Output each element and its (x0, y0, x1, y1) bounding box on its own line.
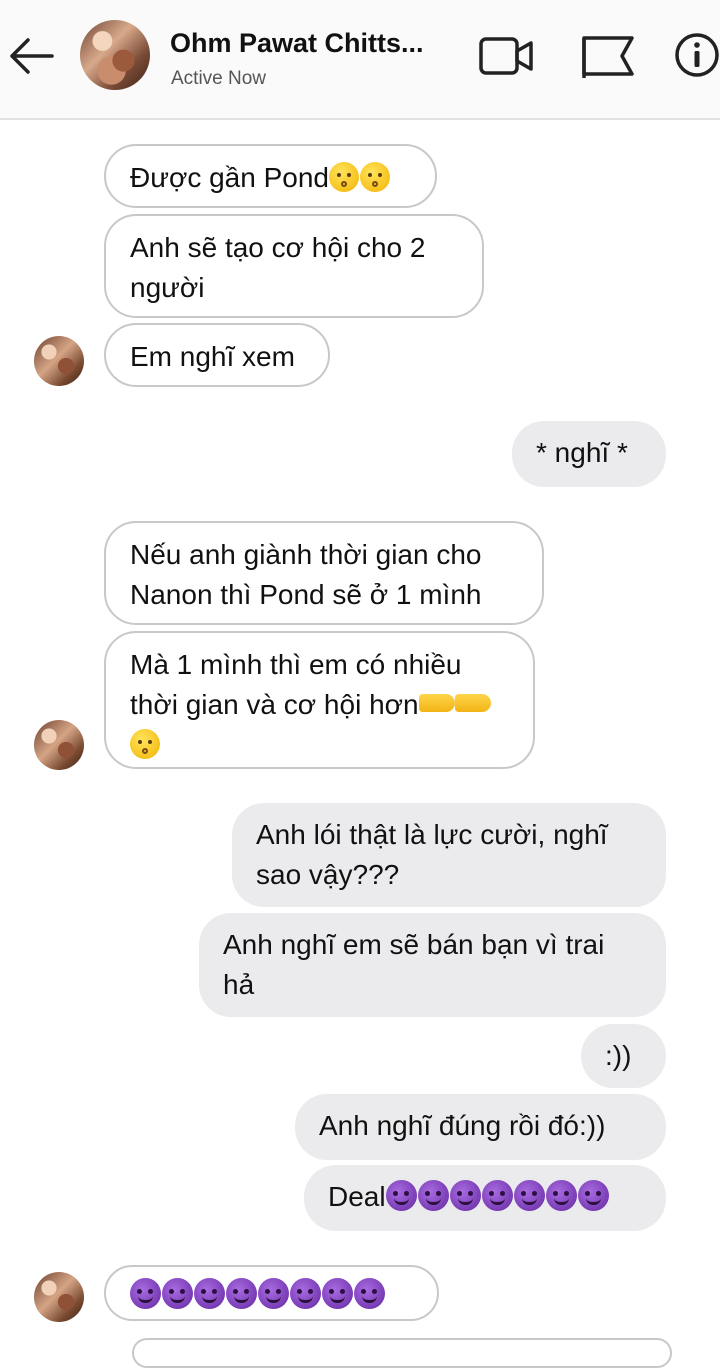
message-text: Nếu anh giành thời gian cho Nanon thì Po… (130, 539, 482, 610)
smiling-devil-emoji (513, 1180, 545, 1211)
info-icon[interactable] (674, 32, 720, 78)
message-text: Anh lói thật là lực cười, nghĩ sao vậy??… (256, 819, 608, 890)
smiling-devil-emoji (194, 1278, 225, 1309)
smiling-devil-emoji (481, 1180, 513, 1211)
kissing-face-emoji (360, 162, 390, 192)
message-bubble-received[interactable]: Anh sẽ tạo cơ hội cho 2 người (104, 214, 484, 318)
smiling-devil-emoji (385, 1180, 417, 1211)
message-text: Anh sẽ tạo cơ hội cho 2 người (130, 232, 426, 303)
message-bubble-sent[interactable]: Deal (304, 1165, 666, 1231)
message-bubble-received-partial[interactable] (132, 1338, 672, 1368)
message-text: Anh nghĩ em sẽ bán bạn vì trai hả (223, 929, 605, 1000)
smiling-devil-emoji (226, 1278, 257, 1309)
kissing-face-emoji (329, 162, 359, 192)
message-text: Deal (328, 1181, 386, 1212)
smiling-devil-emoji (417, 1180, 449, 1211)
smiling-devil-emoji (577, 1180, 609, 1211)
message-bubble-received[interactable] (104, 1265, 439, 1321)
smiling-devil-emoji (258, 1278, 289, 1309)
contact-name[interactable]: Ohm Pawat Chitts... (170, 28, 424, 59)
message-text: Em nghĩ xem (130, 341, 295, 372)
message-text: Được gần Pond (130, 162, 329, 193)
message-bubble-sent[interactable]: Anh lói thật là lực cười, nghĩ sao vậy??… (232, 803, 666, 907)
message-text: Mà 1 mình thì em có nhiều thời gian và c… (130, 649, 462, 720)
smiling-devil-emoji (322, 1278, 353, 1309)
message-text: Anh nghĩ đúng rồi đó:)) (319, 1110, 606, 1141)
contact-avatar-small[interactable] (34, 720, 84, 770)
smiling-devil-emoji (162, 1278, 193, 1309)
smiling-devil-emoji (130, 1278, 161, 1309)
flag-icon[interactable] (580, 34, 636, 78)
pointing-right-emoji (418, 694, 455, 712)
message-bubble-received[interactable]: Được gần Pond (104, 144, 437, 208)
chat-header: Ohm Pawat Chitts... Active Now (0, 0, 720, 120)
back-arrow-icon[interactable] (4, 30, 60, 82)
smiling-devil-emoji (545, 1180, 577, 1211)
message-bubble-received[interactable]: Mà 1 mình thì em có nhiều thời gian và c… (104, 631, 535, 769)
message-bubble-sent[interactable]: Anh nghĩ em sẽ bán bạn vì trai hả (199, 913, 666, 1017)
message-bubble-sent[interactable]: * nghĩ * (512, 421, 666, 487)
message-text: * nghĩ * (536, 437, 628, 468)
video-call-icon[interactable] (478, 34, 534, 78)
contact-avatar[interactable] (80, 20, 150, 90)
smiling-devil-emoji (354, 1278, 385, 1309)
message-bubble-sent[interactable]: :)) (581, 1024, 666, 1088)
contact-avatar-small[interactable] (34, 1272, 84, 1322)
kissing-face-emoji (130, 729, 160, 759)
message-bubble-received[interactable]: Nếu anh giành thời gian cho Nanon thì Po… (104, 521, 544, 625)
message-text: :)) (605, 1040, 632, 1071)
contact-status: Active Now (171, 68, 267, 89)
smiling-devil-emoji (449, 1180, 481, 1211)
pointing-left-emoji (454, 694, 491, 712)
message-bubble-received[interactable]: Em nghĩ xem (104, 323, 330, 387)
message-bubble-sent[interactable]: Anh nghĩ đúng rồi đó:)) (295, 1094, 666, 1160)
smiling-devil-emoji (290, 1278, 321, 1309)
contact-avatar-small[interactable] (34, 336, 84, 386)
